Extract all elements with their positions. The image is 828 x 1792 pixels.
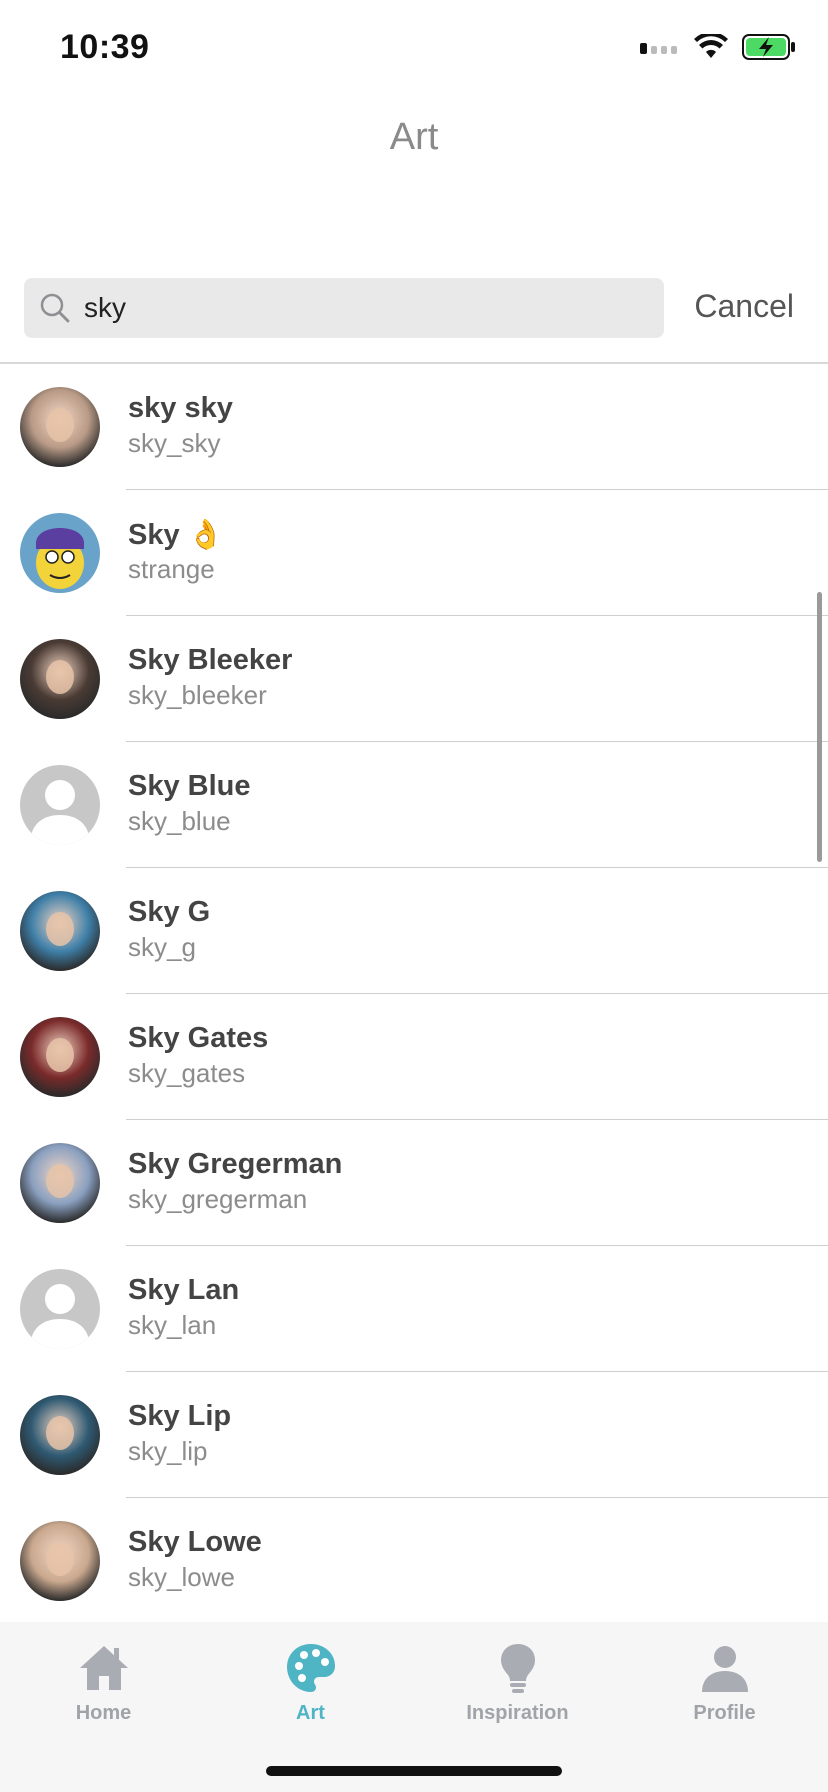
default-avatar <box>20 765 100 845</box>
result-row[interactable]: Sky Lowe sky_lowe <box>0 1498 828 1622</box>
result-username: sky_bleeker <box>128 680 267 710</box>
result-row[interactable]: Sky G sky_g <box>0 868 828 994</box>
result-row[interactable]: Sky Gregerman sky_gregerman <box>0 1120 828 1246</box>
result-username: sky_blue <box>128 806 231 836</box>
wifi-icon <box>694 34 728 58</box>
palette-icon <box>286 1644 335 1692</box>
tab-label: Profile <box>693 1702 756 1724</box>
scrollbar[interactable] <box>817 592 822 862</box>
tab-art[interactable]: Art <box>207 1640 414 1740</box>
avatar <box>20 891 100 971</box>
home-icon <box>79 1646 128 1690</box>
avatar <box>20 639 100 719</box>
result-row[interactable]: Sky Lan sky_lan <box>0 1246 828 1372</box>
tab-label: Inspiration <box>466 1702 569 1724</box>
default-avatar <box>20 1269 100 1349</box>
result-username: strange <box>128 554 215 584</box>
cellular-signal-icon <box>640 43 677 54</box>
search-bar: sky Cancel <box>0 278 828 340</box>
avatar <box>20 1017 100 1097</box>
result-name: Sky G <box>128 896 211 928</box>
result-name: Sky Lan <box>128 1274 240 1306</box>
avatar <box>20 1395 100 1475</box>
result-name: Sky Lip <box>128 1400 232 1432</box>
battery-charging-icon <box>742 34 795 60</box>
result-row[interactable]: Sky Bleeker sky_bleeker <box>0 616 828 742</box>
result-row[interactable]: Sky Lip sky_lip <box>0 1372 828 1498</box>
result-name: Sky Lowe <box>128 1526 262 1558</box>
tab-home[interactable]: Home <box>0 1640 207 1740</box>
home-indicator[interactable] <box>266 1766 562 1776</box>
result-row[interactable]: Sky Blue sky_blue <box>0 742 828 868</box>
result-name: sky sky <box>128 392 233 424</box>
tab-label: Home <box>75 1702 132 1724</box>
tab-inspiration[interactable]: Inspiration <box>414 1640 621 1740</box>
result-row[interactable]: Sky 👌 strange <box>0 490 828 616</box>
search-results-list[interactable]: sky sky sky_sky Sky 👌 strange Sky Bleeker sky… <box>0 364 828 1622</box>
result-username: sky_sky <box>128 428 221 458</box>
search-input[interactable]: sky <box>24 278 664 338</box>
result-name: Sky Bleeker <box>128 644 293 676</box>
avatar <box>20 1521 100 1601</box>
result-username: sky_lan <box>128 1310 217 1340</box>
result-name: Sky Blue <box>128 770 251 802</box>
result-row[interactable]: Sky Gates sky_gates <box>0 994 828 1120</box>
result-username: sky_gates <box>128 1058 246 1088</box>
search-query-text: sky <box>84 292 126 323</box>
status-time: 10:39 <box>60 28 150 66</box>
avatar <box>20 387 100 467</box>
result-name: Sky Gates <box>128 1022 269 1054</box>
result-row[interactable]: sky sky sky_sky <box>0 364 828 490</box>
result-username: sky_gregerman <box>128 1184 308 1214</box>
search-icon <box>40 293 70 323</box>
lightbulb-icon <box>500 1644 535 1693</box>
result-name: Sky Gregerman <box>128 1148 343 1180</box>
page-title: Art <box>389 116 439 158</box>
cancel-button[interactable]: Cancel <box>694 288 794 325</box>
tab-label: Art <box>296 1702 325 1724</box>
status-bar: 10:39 <box>0 0 828 100</box>
result-username: sky_lowe <box>128 1562 235 1592</box>
person-icon <box>701 1646 748 1692</box>
avatar <box>20 513 100 593</box>
tab-profile[interactable]: Profile <box>621 1640 828 1740</box>
result-username: sky_g <box>128 932 196 962</box>
avatar <box>20 1143 100 1223</box>
result-name: Sky 👌 <box>128 519 224 551</box>
status-icons <box>640 34 796 60</box>
result-username: sky_lip <box>128 1436 208 1466</box>
